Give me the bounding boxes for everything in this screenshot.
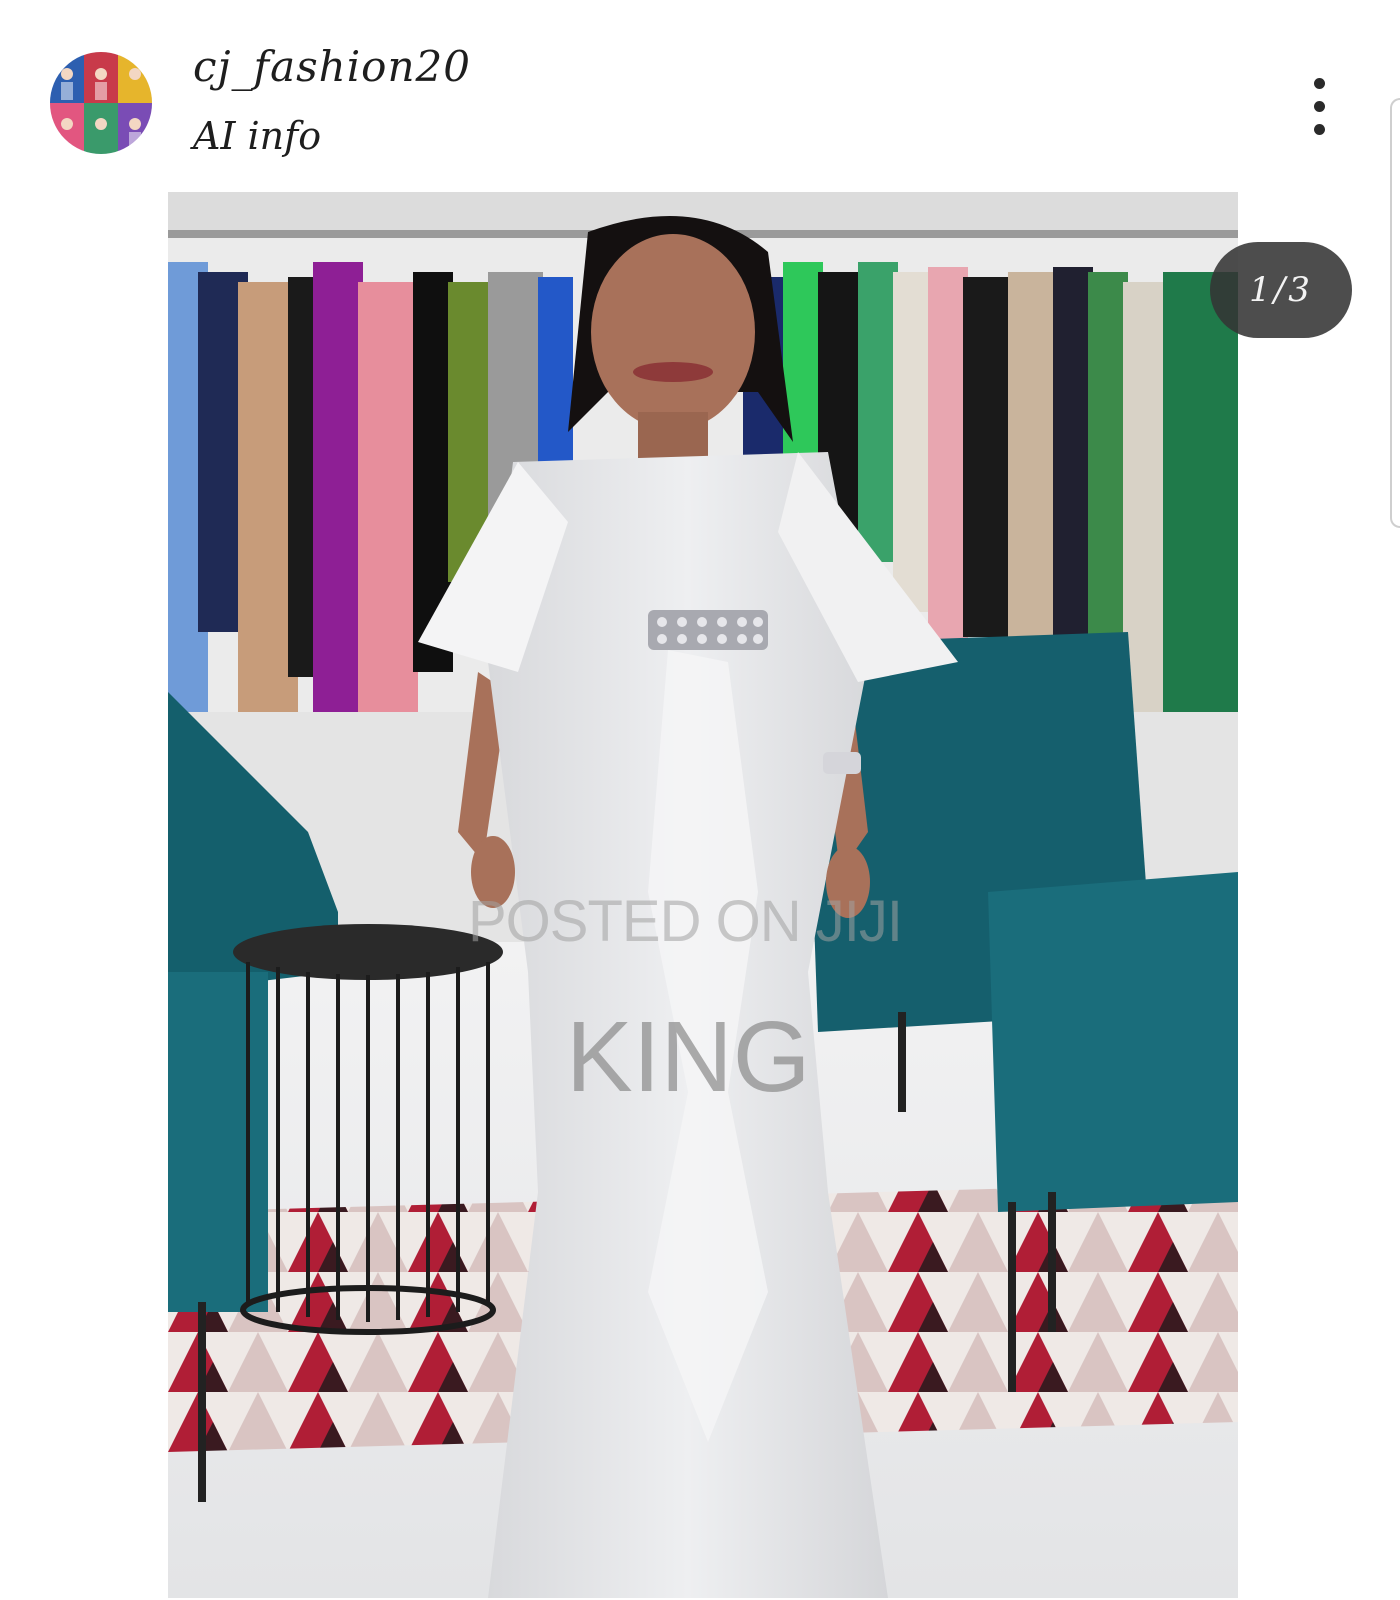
more-options-button[interactable] <box>1300 72 1340 142</box>
watermark-king: KING <box>566 1001 811 1113</box>
profile-avatar[interactable] <box>50 52 152 154</box>
more-vertical-icon-dot <box>1314 124 1325 135</box>
ai-info-link[interactable]: AI info <box>193 114 321 158</box>
more-vertical-icon <box>1314 78 1325 89</box>
more-vertical-icon-dot <box>1314 101 1325 112</box>
post-header: cj_fashion20 AI info <box>0 0 1400 180</box>
avatar-collage-image <box>50 52 152 154</box>
watermark-posted-on-jiji: POSTED ON JIJI <box>468 889 903 954</box>
scroll-indicator[interactable] <box>1390 98 1400 528</box>
username[interactable]: cj_fashion20 <box>193 42 471 91</box>
image-counter-badge: 1/3 <box>1210 242 1352 338</box>
